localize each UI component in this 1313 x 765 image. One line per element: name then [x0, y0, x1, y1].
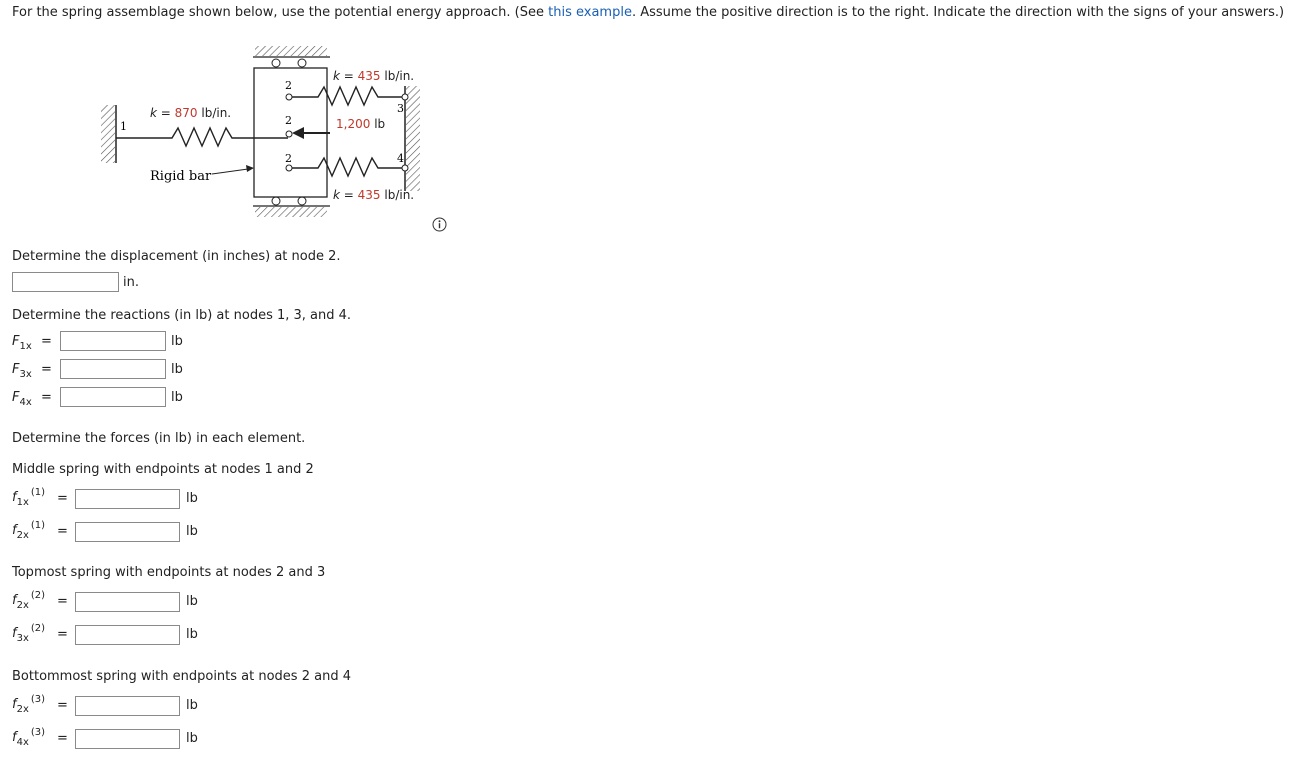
- reaction-f4x-input[interactable]: [60, 387, 166, 407]
- f2x-e3-label: f2x(3): [12, 694, 46, 715]
- k-top-value: 435: [358, 69, 381, 83]
- force-label: 1,200 lb: [336, 117, 385, 131]
- force-value: 1,200: [336, 117, 370, 131]
- f1x-e1-unit: lb: [186, 491, 198, 506]
- f2x-e3-input[interactable]: [75, 696, 180, 716]
- intro-text-after: . Assume the positive direction is to th…: [631, 5, 1285, 20]
- top-support-hatch: [255, 46, 327, 56]
- rigid-bar-label: Rigid bar: [150, 169, 212, 184]
- reaction-f4x-eq: =: [41, 390, 52, 405]
- f3x-e2-label: f3x(2): [12, 623, 46, 644]
- reaction-f1x-label: F1x: [12, 334, 32, 352]
- reaction-f3x-eq: =: [41, 362, 52, 377]
- left-wall-hatch: [101, 105, 115, 163]
- example-link[interactable]: this example: [548, 5, 632, 20]
- rigid-bar-leader: [211, 168, 249, 175]
- reaction-f4x-unit: lb: [171, 390, 183, 405]
- intro-text-before: For the spring assemblage shown below, u…: [12, 5, 549, 20]
- node-label-1: 1: [120, 120, 127, 133]
- f2x-e3-unit: lb: [186, 698, 198, 713]
- bottom-roller-left: [271, 196, 281, 206]
- reaction-f3x-unit: lb: [171, 362, 183, 377]
- node-label-2-top: 2: [285, 79, 292, 92]
- f3x-e2-input[interactable]: [75, 625, 180, 645]
- f1x-e1-input[interactable]: [75, 489, 180, 509]
- k-bottom-value: 435: [358, 188, 381, 202]
- right-wall-hatch: [406, 86, 420, 191]
- node-2-bottom: [285, 164, 293, 172]
- k-bottom-label: k = 435 lb/in.: [333, 188, 414, 202]
- k-left-label: k = 870 lb/in.: [150, 106, 231, 120]
- reaction-f1x-unit: lb: [171, 334, 183, 349]
- node-label-3: 3: [397, 102, 404, 115]
- f2x-e1-input[interactable]: [75, 522, 180, 542]
- node-label-4: 4: [397, 152, 404, 165]
- k-left-unit: lb/in.: [201, 106, 231, 120]
- f3x-e2-eq: =: [57, 627, 68, 642]
- f2x-e2-unit: lb: [186, 594, 198, 609]
- reaction-f1x-input[interactable]: [60, 331, 166, 351]
- node-label-2-mid: 2: [285, 114, 292, 127]
- f3x-e2-unit: lb: [186, 627, 198, 642]
- left-spring: [116, 126, 288, 148]
- k-left-symbol: k: [150, 106, 158, 120]
- k-left-value: 870: [175, 106, 198, 120]
- f1x-e1-label: f1x(1): [12, 487, 46, 508]
- node-2-mid: [285, 130, 293, 138]
- k-bottom-unit: lb/in.: [384, 188, 414, 202]
- f1x-e1-eq: =: [57, 491, 68, 506]
- node-3: [401, 93, 409, 101]
- q1-prompt: Determine the displacement (in inches) a…: [12, 249, 341, 264]
- info-icon[interactable]: [432, 217, 447, 236]
- node-4: [401, 164, 409, 172]
- k-top-label: k = 435 lb/in.: [333, 69, 414, 83]
- f2x-e1-unit: lb: [186, 524, 198, 539]
- k-top-unit: lb/in.: [384, 69, 414, 83]
- middle-spring-heading: Middle spring with endpoints at nodes 1 …: [12, 462, 314, 477]
- f2x-e2-label: f2x(2): [12, 590, 46, 611]
- f2x-e2-input[interactable]: [75, 592, 180, 612]
- f4x-e3-input[interactable]: [75, 729, 180, 749]
- bottommost-spring-heading: Bottommost spring with endpoints at node…: [12, 669, 351, 684]
- k-top-symbol: k: [333, 69, 341, 83]
- node-2-top: [285, 93, 293, 101]
- force-arrow-head: [292, 127, 304, 139]
- top-roller-right: [297, 58, 307, 68]
- reaction-f4x-label: F4x: [12, 390, 32, 408]
- f4x-e3-eq: =: [57, 731, 68, 746]
- q3-prompt: Determine the forces (in lb) in each ele…: [12, 431, 306, 446]
- q2-prompt: Determine the reactions (in lb) at nodes…: [12, 308, 352, 323]
- f2x-e1-label: f2x(1): [12, 520, 46, 541]
- problem-intro: For the spring assemblage shown below, u…: [12, 5, 1284, 20]
- node2-displacement-input[interactable]: [12, 272, 119, 292]
- f2x-e1-eq: =: [57, 524, 68, 539]
- bottom-spring: [291, 156, 405, 178]
- k-bottom-symbol: k: [333, 188, 341, 202]
- reaction-f3x-input[interactable]: [60, 359, 166, 379]
- q1-unit: in.: [123, 275, 139, 290]
- f2x-e2-eq: =: [57, 594, 68, 609]
- force-unit: lb: [374, 117, 385, 131]
- top-spring: [291, 85, 405, 107]
- reaction-f1x-eq: =: [41, 334, 52, 349]
- top-roller-left: [271, 58, 281, 68]
- spring-assemblage-figure: 1 2 2 2 3 4 k = 870 lb/in. k = 435 lb/in…: [101, 46, 420, 217]
- rigid-bar-leader-head: [246, 165, 254, 172]
- bottom-roller-right: [297, 196, 307, 206]
- topmost-spring-heading: Topmost spring with endpoints at nodes 2…: [12, 565, 326, 580]
- f2x-e3-eq: =: [57, 698, 68, 713]
- node-label-2-bottom: 2: [285, 152, 292, 165]
- reaction-f3x-label: F3x: [12, 362, 32, 380]
- f4x-e3-unit: lb: [186, 731, 198, 746]
- f4x-e3-label: f4x(3): [12, 727, 46, 748]
- bottom-support-hatch: [255, 207, 327, 217]
